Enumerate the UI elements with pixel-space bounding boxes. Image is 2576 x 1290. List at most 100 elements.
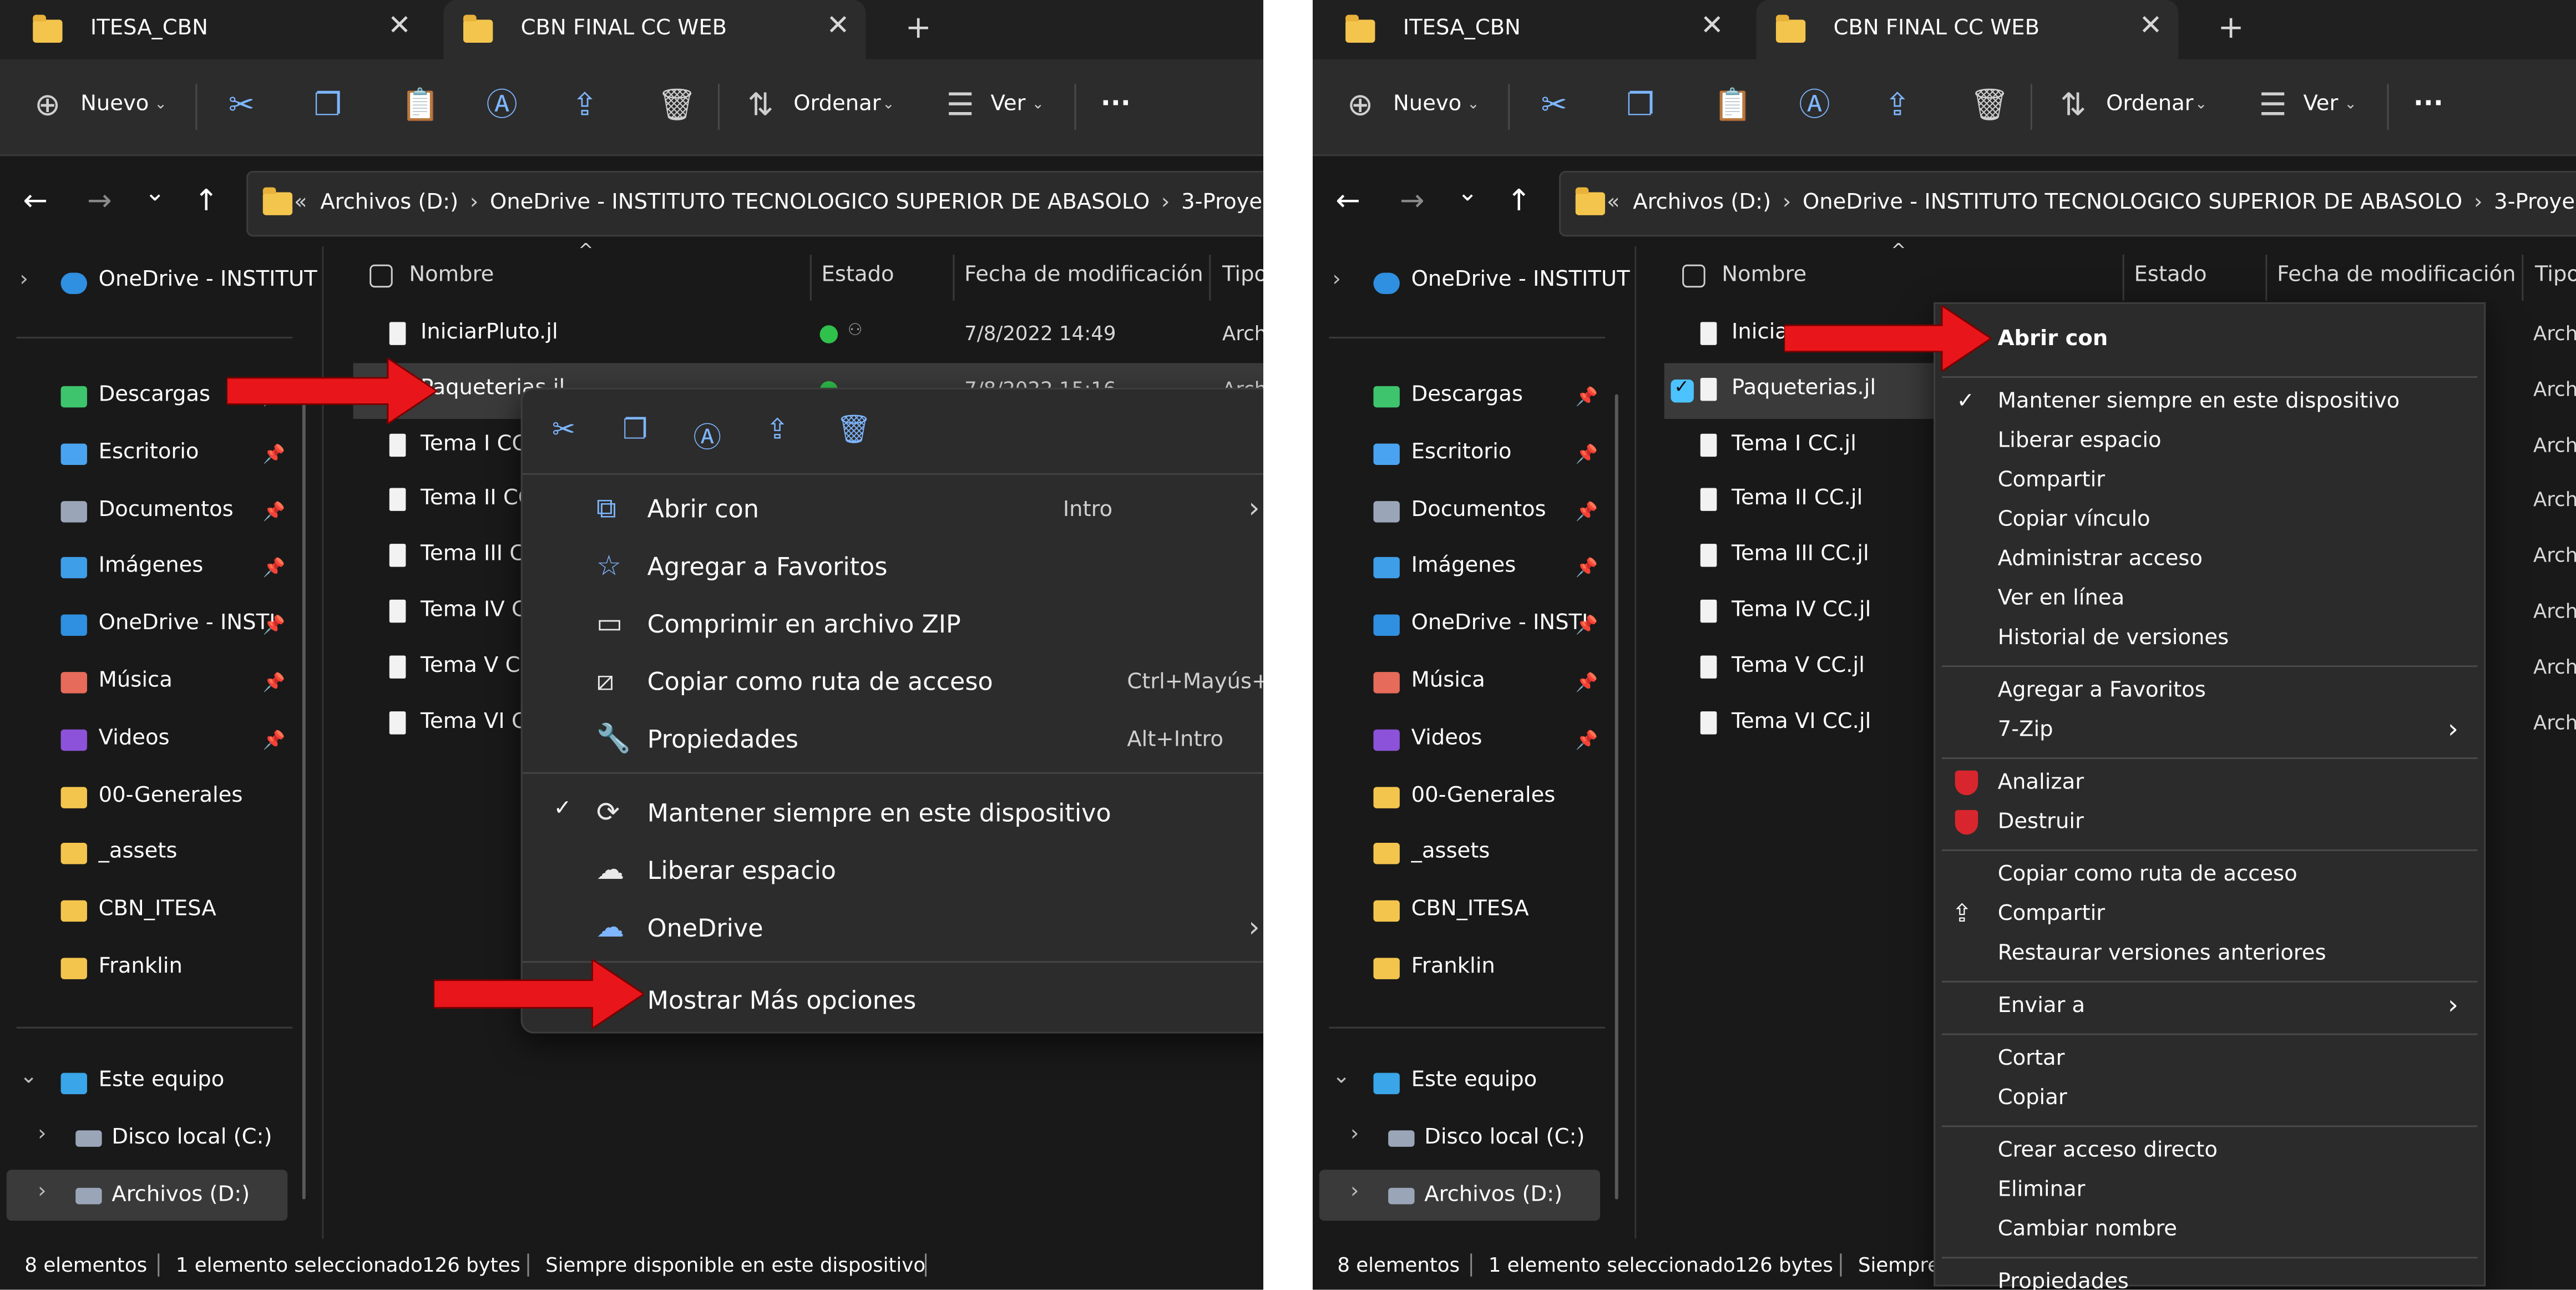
delete-icon[interactable]: 🗑 [657, 89, 696, 122]
share-icon[interactable]: ⇪ [571, 89, 598, 122]
rename-icon[interactable]: Ⓐ [1799, 89, 1830, 122]
breadcrumb-item[interactable]: OneDrive - INSTITUTO TECNOLOGICO SUPERIO… [1803, 190, 2462, 215]
paste-icon[interactable]: 📋 [1713, 89, 1752, 122]
breadcrumb-overflow[interactable]: « [294, 190, 320, 215]
plus-circle-icon[interactable]: ⊕ [34, 89, 60, 122]
breadcrumb-item[interactable]: 3-Proyectos [2494, 190, 2576, 215]
pin-icon: 📌 [1575, 557, 1598, 579]
back-button[interactable]: ← [1335, 184, 1360, 219]
breadcrumb-item[interactable]: OneDrive - INSTITUTO TECNOLOGICO SUPERIO… [490, 190, 1150, 215]
sort-button[interactable]: Ordenar [2106, 92, 2193, 117]
sidebar-item-drive[interactable]: Archivos (D:) [1424, 1183, 1562, 1207]
expand-chevron-icon[interactable]: › [1332, 268, 1340, 292]
close-icon[interactable]: ✕ [388, 10, 411, 43]
expand-chevron-icon[interactable]: › [1350, 1122, 1359, 1146]
forward-button[interactable]: → [1400, 184, 1425, 219]
menu-item-abrir-con[interactable] [532, 488, 1263, 537]
breadcrumb-chevron-icon: › [2473, 190, 2483, 215]
sort-icon[interactable]: ⇅ [2060, 89, 2086, 122]
up-button[interactable]: ↑ [1506, 184, 1531, 219]
sidebar-item-this-pc[interactable]: Este equipo [99, 1068, 225, 1092]
column-header-modified[interactable]: Fecha de modificación [2277, 263, 2516, 287]
expand-chevron-icon[interactable]: › [38, 1122, 46, 1146]
plus-circle-icon[interactable]: ⊕ [1347, 89, 1373, 122]
column-header-status[interactable]: Estado [822, 263, 894, 287]
more-options-button[interactable]: ··· [2413, 87, 2443, 118]
column-header-modified[interactable]: Fecha de modificación [964, 263, 1203, 287]
recent-locations-button[interactable]: ⌄ [1457, 178, 1477, 207]
view-icon[interactable]: ☰ [947, 89, 974, 122]
back-button[interactable]: ← [23, 184, 48, 219]
scissors-icon[interactable]: ✂ [1541, 89, 1567, 122]
breadcrumb-overflow[interactable]: « [1607, 190, 1633, 215]
menu-item-label: Copiar vínculo [1997, 507, 2150, 533]
new-tab-button[interactable]: + [905, 10, 932, 46]
recent-locations-button[interactable]: ⌄ [145, 178, 165, 207]
sort-button[interactable]: Ordenar [793, 92, 880, 117]
menu-item-onedrive[interactable] [532, 907, 1263, 957]
forward-button[interactable]: → [87, 184, 112, 219]
view-button[interactable]: Ver [991, 92, 1026, 117]
expand-chevron-icon[interactable]: › [38, 1180, 46, 1204]
tab-itesa-cbn[interactable]: ITESA_CBN ✕ [1326, 0, 1740, 59]
shared-person-icon: ⚇ [847, 322, 863, 340]
sidebar-item-drive[interactable]: Disco local (C:) [112, 1125, 272, 1150]
select-all-checkbox[interactable] [370, 264, 393, 288]
scissors-icon[interactable]: ✂ [229, 89, 255, 122]
breadcrumb-chevron-icon: › [1161, 190, 1170, 215]
menu-separator [1942, 1033, 2478, 1035]
tab-cbn-final-cc-web[interactable]: CBN FINAL CC WEB ✕ [443, 0, 866, 59]
up-button[interactable]: ↑ [194, 184, 219, 219]
paste-icon[interactable]: 📋 [401, 89, 440, 122]
sidebar-scrollbar[interactable] [302, 394, 306, 1200]
sidebar-item-this-pc[interactable]: Este equipo [1411, 1068, 1537, 1092]
address-bar[interactable]: «Archivos (D:) › OneDrive - INSTITUTO TECN… [246, 170, 1264, 237]
sidebar-item-onedrive[interactable]: OneDrive - INSTITUT [99, 268, 317, 292]
sort-icon[interactable]: ⇅ [747, 89, 773, 122]
sidebar-item-onedrive[interactable]: OneDrive - INSTITUT [1411, 268, 1630, 292]
new-tab-button[interactable]: + [2218, 10, 2244, 46]
cut-icon[interactable]: ✂ [552, 414, 575, 447]
menu-item-agregar-a-favoritos[interactable] [532, 545, 1263, 595]
copy-icon[interactable]: ❐ [1626, 89, 1654, 122]
rename-icon[interactable]: Ⓐ [486, 89, 517, 122]
copy-icon[interactable]: ❐ [623, 414, 647, 447]
row-checkbox[interactable] [1671, 376, 1694, 402]
share-icon[interactable]: ⇪ [1884, 89, 1910, 122]
menu-item-liberar-espacio[interactable] [532, 849, 1263, 899]
menu-item-label: Agregar a Favoritos [1997, 678, 2206, 704]
sidebar-scrollbar[interactable] [1615, 394, 1618, 1200]
column-header-type[interactable]: Tipo [2535, 263, 2576, 287]
tab-itesa-cbn[interactable]: ITESA_CBN ✕ [13, 0, 427, 59]
address-bar[interactable]: «Archivos (D:) › OneDrive - INSTITUTO TECN… [1559, 170, 2576, 237]
tab-cbn-final-cc-web[interactable]: CBN FINAL CC WEB ✕ [1756, 0, 2179, 59]
expand-chevron-icon[interactable]: › [1350, 1180, 1359, 1204]
new-button[interactable]: Nuevo [1393, 92, 1461, 117]
rename-icon[interactable]: Ⓐ [694, 414, 721, 455]
column-header-name[interactable]: Nombre [1722, 263, 1806, 287]
close-icon[interactable]: ✕ [826, 10, 849, 43]
breadcrumb-item[interactable]: Archivos (D:) [1633, 190, 1771, 215]
delete-icon[interactable]: 🗑 [836, 414, 872, 447]
copy-icon[interactable]: ❐ [314, 89, 342, 122]
share-icon[interactable]: ⇪ [766, 414, 789, 447]
sidebar-item-label: Franklin [98, 954, 183, 979]
column-header-name[interactable]: Nombre [409, 263, 494, 287]
sidebar-item-drive[interactable]: Archivos (D:) [112, 1183, 250, 1207]
column-header-status[interactable]: Estado [2134, 263, 2206, 287]
collapse-chevron-icon[interactable]: ⌄ [1332, 1065, 1350, 1089]
expand-chevron-icon[interactable]: › [20, 268, 28, 292]
more-options-button[interactable]: ··· [1101, 87, 1131, 118]
column-header-type[interactable]: Tipo [1222, 263, 1263, 287]
collapse-chevron-icon[interactable]: ⌄ [20, 1065, 38, 1089]
breadcrumb-item[interactable]: 3-Proyectos [1181, 190, 1263, 215]
delete-icon[interactable]: 🗑 [1970, 89, 2009, 122]
view-button[interactable]: Ver [2303, 92, 2338, 117]
close-icon[interactable]: ✕ [1701, 10, 1724, 43]
view-icon[interactable]: ☰ [2259, 89, 2287, 122]
breadcrumb-item[interactable]: Archivos (D:) [320, 190, 458, 215]
sidebar-item-drive[interactable]: Disco local (C:) [1424, 1125, 1585, 1150]
close-icon[interactable]: ✕ [2139, 10, 2162, 43]
new-button[interactable]: Nuevo [80, 92, 149, 117]
select-all-checkbox[interactable] [1682, 264, 1705, 288]
